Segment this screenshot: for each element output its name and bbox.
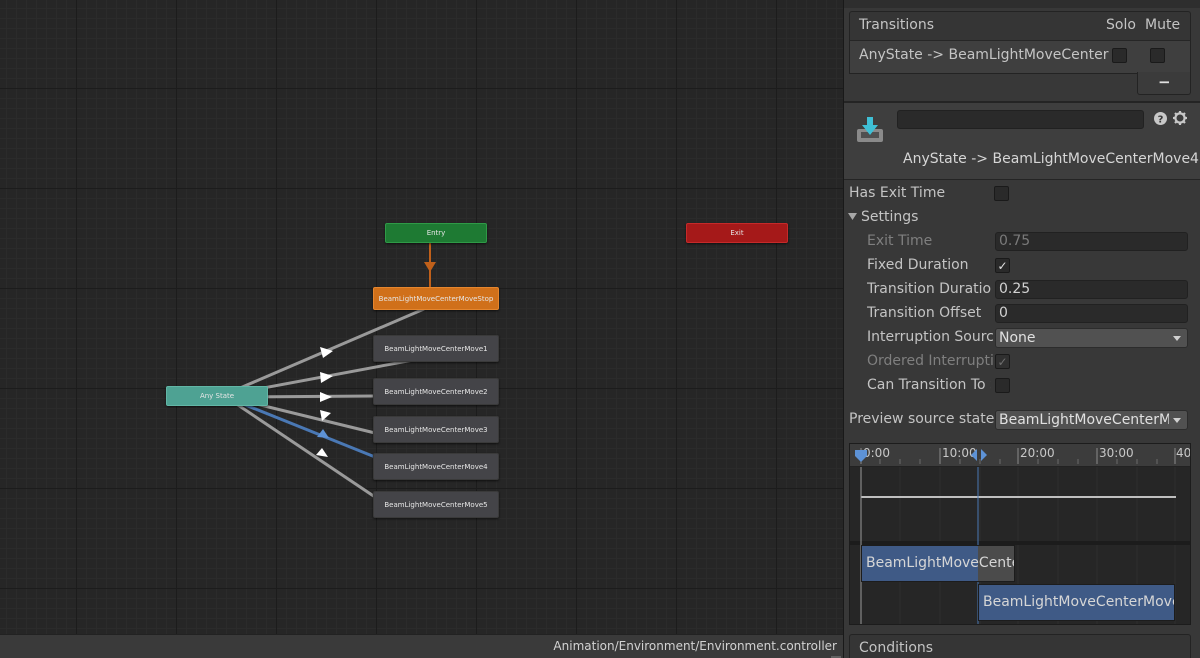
settings-foldout-icon[interactable] <box>848 213 857 222</box>
state-node-label: BeamLightMoveCenterMove2 <box>384 387 488 396</box>
exit-time-label: Exit Time <box>867 233 933 249</box>
exit-node-label: Exit <box>730 229 744 237</box>
state-node-label: BeamLightMoveCenterMove3 <box>384 425 488 434</box>
settings-foldout-label[interactable]: Settings <box>861 209 918 225</box>
exit-time-value: 0.75 <box>999 233 1031 249</box>
inspector-panel: Transitions Solo Mute AnyState -> BeamLi… <box>843 0 1200 658</box>
remove-transition-button[interactable]: − <box>1137 72 1191 95</box>
graph-footer-bar: Animation/Environment/Environment.contro… <box>0 634 843 658</box>
inspector-header: ? AnyState -> BeamLightMoveCenterMove4 <box>844 103 1200 180</box>
transition-offset-field[interactable]: 0 <box>995 304 1188 323</box>
transition-name-field[interactable] <box>897 110 1144 129</box>
any-state-label: Any State <box>199 392 235 400</box>
state-node-move4[interactable]: BeamLightMoveCenterMove4 <box>373 453 499 480</box>
ordered-interruption-checkbox[interactable]: ✓ <box>995 354 1010 369</box>
transition-icon <box>857 117 883 142</box>
can-transition-to-self-checkbox[interactable] <box>995 378 1010 393</box>
controller-path: Animation/Environment/Environment.contro… <box>553 639 837 653</box>
transition-duration-label: Transition Duration (s) <box>867 281 991 297</box>
preview-source-state-dropdown[interactable]: BeamLightMoveCenterMoveStop <box>995 410 1188 430</box>
state-node-move5[interactable]: BeamLightMoveCenterMove5 <box>373 491 499 518</box>
state-node-move1[interactable]: BeamLightMoveCenterMove1 <box>373 335 499 362</box>
conditions-label: Conditions <box>859 640 934 656</box>
chevron-down-icon <box>1173 336 1181 341</box>
transition-item-label: AnyState -> BeamLightMoveCenterMove4 <box>859 47 1109 63</box>
transition-offset-label: Transition Offset <box>867 305 982 321</box>
state-node-move3[interactable]: BeamLightMoveCenterMove3 <box>373 416 499 443</box>
destination-clip-label: BeamLightMoveCenterMove4 <box>983 594 1175 610</box>
state-node-default[interactable]: BeamLightMoveCenterMoveStop <box>373 287 499 310</box>
interruption-source-value: None <box>999 330 1036 346</box>
exit-time-field[interactable]: 0.75 <box>995 232 1188 251</box>
arrow-move5 <box>316 448 328 457</box>
preview-source-state-value: BeamLightMoveCenterMoveStop <box>999 412 1169 428</box>
transition-list-item[interactable]: AnyState -> BeamLightMoveCenterMove4 <box>849 40 1191 74</box>
has-exit-time-label: Has Exit Time <box>849 185 946 201</box>
transition-start-marker-icon[interactable] <box>854 448 868 464</box>
any-state-node[interactable]: Any State <box>166 386 268 406</box>
timeline-ticks <box>860 448 1176 464</box>
transition-duration-field[interactable]: 0.25 <box>995 280 1188 299</box>
source-clip-label: BeamLightMoveCenterMoveStop <box>866 555 1014 571</box>
state-node-label: BeamLightMoveCenterMove1 <box>384 344 488 353</box>
ordered-interruption-label: Ordered Interruption <box>867 353 993 369</box>
state-node-move2[interactable]: BeamLightMoveCenterMove2 <box>373 378 499 405</box>
help-icon[interactable]: ? <box>1154 112 1167 125</box>
animator-graph[interactable]: Entry Exit BeamLightMoveCenterMoveStop B… <box>0 0 843 658</box>
gear-icon[interactable] <box>1173 111 1187 125</box>
conditions-header: Conditions <box>849 634 1191 658</box>
exit-node[interactable]: Exit <box>686 223 788 243</box>
transition-title: AnyState -> BeamLightMoveCenterMove4 <box>903 151 1199 167</box>
chevron-down-icon <box>1173 418 1181 423</box>
entry-transition-arrow[interactable] <box>424 262 436 272</box>
transition-timeline[interactable]: 0:00 10:00 20:00 30:00 40 BeamLightMoveC… <box>849 443 1191 625</box>
state-node-label: BeamLightMoveCenterMoveStop <box>378 294 494 303</box>
destination-clip-bar[interactable]: BeamLightMoveCenterMove4 <box>978 584 1175 621</box>
entry-node[interactable]: Entry <box>385 223 487 243</box>
transition-links <box>234 240 436 499</box>
state-node-label: BeamLightMoveCenterMove4 <box>384 462 488 471</box>
source-clip-bar[interactable]: BeamLightMoveCenterMoveStop <box>861 545 1015 582</box>
transition-duration-value: 0.25 <box>999 281 1031 297</box>
top-strip <box>844 0 1200 8</box>
timeline-ruler[interactable]: 0:00 10:00 20:00 30:00 40 <box>850 444 1190 467</box>
preview-source-state-label: Preview source state <box>849 411 995 427</box>
entry-node-label: Entry <box>426 229 446 237</box>
mute-checkbox[interactable] <box>1150 48 1165 63</box>
can-transition-to-self-label: Can Transition To Self <box>867 377 991 393</box>
arrow-move1 <box>320 372 333 383</box>
arrow-move2 <box>320 392 332 402</box>
transition-end-marker-icon[interactable] <box>970 448 988 464</box>
fixed-duration-label: Fixed Duration <box>867 257 969 273</box>
transitions-header-label: Transitions <box>859 17 934 33</box>
svg-text:?: ? <box>1158 115 1164 126</box>
transitions-list-header: Transitions Solo Mute <box>849 11 1191 41</box>
solo-header-label: Solo <box>1106 17 1136 33</box>
transition-offset-value: 0 <box>999 305 1008 321</box>
resize-handle-icon[interactable] <box>831 652 841 658</box>
mute-header-label: Mute <box>1145 17 1181 33</box>
solo-checkbox[interactable] <box>1112 48 1127 63</box>
fixed-duration-checkbox[interactable]: ✓ <box>995 258 1010 273</box>
has-exit-time-checkbox[interactable] <box>994 186 1009 201</box>
state-node-label: BeamLightMoveCenterMove5 <box>384 500 488 509</box>
remove-transition-label: − <box>1158 73 1171 91</box>
interruption-source-dropdown[interactable]: None <box>995 328 1188 348</box>
interruption-source-label: Interruption Source <box>867 329 993 345</box>
